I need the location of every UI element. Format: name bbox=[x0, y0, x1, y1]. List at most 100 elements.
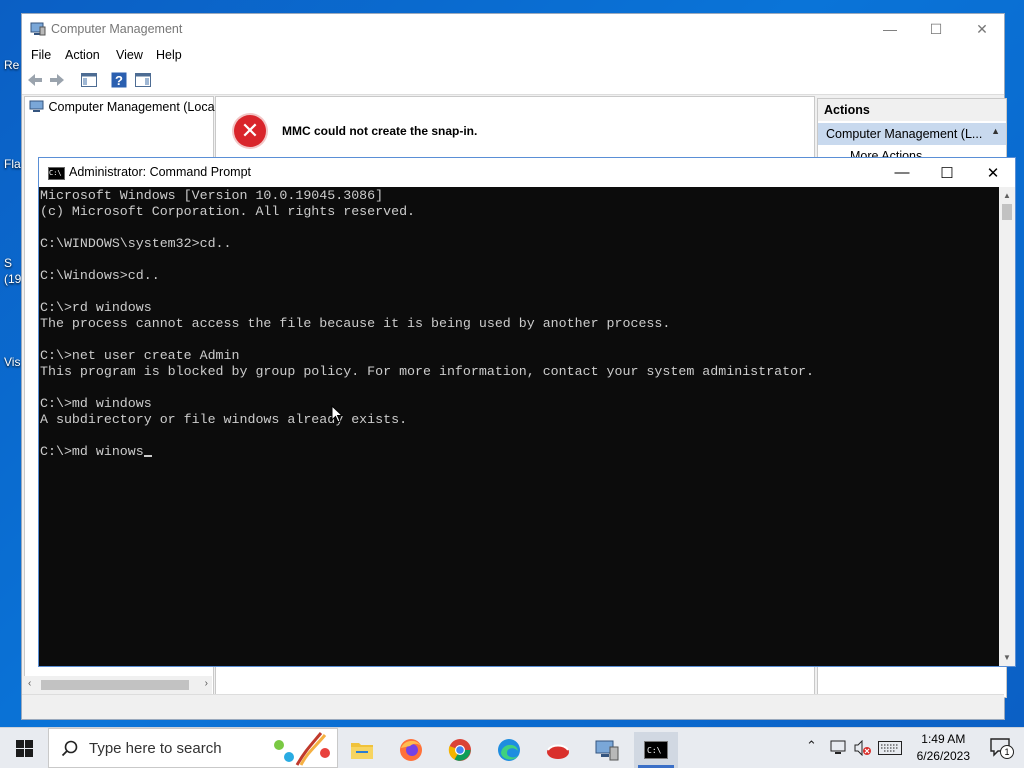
actions-section-computer-management[interactable]: Computer Management (L... ▲ bbox=[818, 123, 1006, 145]
show-hide-action-pane-button[interactable] bbox=[134, 71, 152, 89]
command-prompt-window: C:\ Administrator: Command Prompt — ☐ ✕ … bbox=[38, 157, 1016, 667]
horizontal-scrollbar[interactable]: ‹ › bbox=[24, 676, 212, 694]
minimize-button[interactable]: — bbox=[867, 14, 913, 44]
taskbar-clock[interactable]: 1:49 AM 6/26/2023 bbox=[917, 731, 970, 765]
notification-count-badge: 1 bbox=[1000, 745, 1014, 759]
toolbar: ? bbox=[22, 66, 1004, 95]
console-output[interactable]: Microsoft Windows [Version 10.0.19045.30… bbox=[39, 187, 1000, 666]
menu-file[interactable]: File bbox=[31, 48, 51, 62]
cmd-icon: C:\ bbox=[48, 167, 65, 180]
cmd-close-button[interactable]: ✕ bbox=[970, 158, 1016, 187]
taskbar-firefox[interactable] bbox=[389, 732, 433, 768]
computer-management-icon bbox=[30, 22, 46, 36]
back-arrow-icon bbox=[28, 74, 42, 86]
svg-text:?: ? bbox=[115, 73, 123, 88]
forward-arrow-icon bbox=[50, 74, 64, 86]
scroll-down-icon[interactable]: ▼ bbox=[999, 649, 1015, 666]
taskbar-chrome[interactable] bbox=[438, 732, 482, 768]
taskbar: Type here to search C:\ ⌃ 1:49 AM 6/26/2… bbox=[0, 727, 1024, 768]
action-pane-icon bbox=[135, 73, 151, 87]
maximize-icon: ☐ bbox=[929, 20, 943, 37]
menu-action[interactable]: Action bbox=[65, 48, 100, 62]
command-prompt-icon: C:\ bbox=[644, 741, 668, 759]
close-icon: ✕ bbox=[976, 20, 988, 37]
help-button[interactable]: ? bbox=[110, 71, 128, 89]
console-tree-icon bbox=[81, 73, 97, 87]
collapse-icon[interactable]: ▲ bbox=[991, 126, 1000, 136]
folder-icon bbox=[351, 743, 373, 759]
actions-header: Actions bbox=[818, 99, 1006, 121]
minimize-icon: — bbox=[883, 21, 897, 37]
console-line: (c) Microsoft Corporation. All rights re… bbox=[40, 204, 416, 219]
console-line: This program is blocked by group policy.… bbox=[40, 364, 815, 379]
firefox-icon bbox=[400, 739, 422, 761]
desktop-icon-label[interactable]: Re bbox=[4, 58, 19, 72]
scroll-up-icon[interactable]: ▲ bbox=[999, 187, 1015, 204]
scrollbar-thumb[interactable] bbox=[41, 680, 189, 690]
close-icon: ✕ bbox=[986, 164, 1000, 182]
tree-item-label: Computer Management (Local bbox=[48, 100, 218, 114]
back-button[interactable] bbox=[26, 71, 44, 89]
console-line: Microsoft Windows [Version 10.0.19045.30… bbox=[40, 188, 384, 203]
close-button[interactable]: ✕ bbox=[959, 14, 1005, 44]
cmd-window-title: Administrator: Command Prompt bbox=[69, 165, 252, 179]
volume-muted-icon[interactable] bbox=[854, 740, 872, 756]
scroll-right-icon[interactable]: › bbox=[205, 678, 208, 689]
windows-logo-icon bbox=[15, 739, 33, 757]
status-bar bbox=[22, 694, 1004, 719]
edge-icon bbox=[498, 739, 520, 761]
taskbar-computer-management[interactable] bbox=[585, 732, 629, 768]
forward-button[interactable] bbox=[48, 71, 66, 89]
taskbar-file-explorer[interactable] bbox=[340, 732, 384, 768]
chrome-icon bbox=[448, 739, 471, 761]
maximize-icon: ☐ bbox=[940, 164, 954, 182]
scrollbar-thumb[interactable] bbox=[1002, 204, 1012, 220]
taskbar-edge[interactable] bbox=[487, 732, 531, 768]
cmd-minimize-button[interactable]: — bbox=[879, 158, 925, 187]
desktop-icon-label[interactable]: Vis bbox=[4, 355, 20, 369]
cmd-title-bar[interactable]: C:\ Administrator: Command Prompt — ☐ ✕ bbox=[39, 158, 1015, 187]
taskbar-search-box[interactable]: Type here to search bbox=[48, 728, 338, 768]
console-input-line[interactable]: C:\>md winows bbox=[40, 444, 1000, 460]
vertical-scrollbar[interactable]: ▲ ▼ bbox=[999, 187, 1015, 666]
mouse-cursor-icon bbox=[331, 405, 343, 423]
console-input[interactable]: C:\>md winows bbox=[40, 444, 144, 459]
desktop-icon-label[interactable]: Fla bbox=[4, 157, 21, 171]
error-message: MMC could not create the snap-in. bbox=[282, 124, 478, 138]
title-bar[interactable]: Computer Management — ☐ ✕ bbox=[22, 14, 1004, 44]
text-cursor bbox=[143, 455, 152, 457]
network-icon[interactable] bbox=[830, 740, 848, 756]
maximize-button[interactable]: ☐ bbox=[913, 14, 959, 44]
desktop-icon-label[interactable]: (19 bbox=[4, 272, 21, 286]
show-hide-console-tree-button[interactable] bbox=[80, 71, 98, 89]
svg-text:C:\: C:\ bbox=[647, 746, 662, 755]
computer-icon bbox=[29, 100, 44, 112]
menu-help[interactable]: Help bbox=[156, 48, 182, 62]
tree-item-computer-management[interactable]: Computer Management (Local bbox=[29, 100, 217, 114]
search-icon bbox=[61, 740, 78, 757]
menu-view[interactable]: View bbox=[116, 48, 143, 62]
desktop-icon-label[interactable]: S bbox=[4, 256, 12, 270]
notification-center-button[interactable]: 1 bbox=[990, 737, 1014, 759]
console-line: C:\>md windows bbox=[40, 396, 152, 411]
error-icon: ✕ bbox=[234, 115, 266, 147]
console-line: C:\WINDOWS\system32>cd.. bbox=[40, 236, 232, 251]
keyboard-icon[interactable] bbox=[878, 741, 902, 755]
taskbar-app-red[interactable] bbox=[536, 732, 580, 768]
scroll-left-icon[interactable]: ‹ bbox=[28, 678, 31, 689]
start-button[interactable] bbox=[0, 728, 48, 768]
cmd-maximize-button[interactable]: ☐ bbox=[924, 158, 970, 187]
app-red-icon bbox=[547, 744, 569, 759]
minimize-icon: — bbox=[894, 164, 910, 181]
computer-management-icon bbox=[595, 740, 619, 761]
search-placeholder: Type here to search bbox=[89, 740, 222, 757]
search-highlight-icon bbox=[274, 732, 330, 766]
console-line: A subdirectory or file windows already e… bbox=[40, 412, 408, 427]
clock-time: 1:49 AM bbox=[921, 732, 966, 746]
taskbar-command-prompt[interactable]: C:\ bbox=[634, 732, 678, 768]
show-hidden-icons-button[interactable]: ⌃ bbox=[806, 738, 817, 754]
